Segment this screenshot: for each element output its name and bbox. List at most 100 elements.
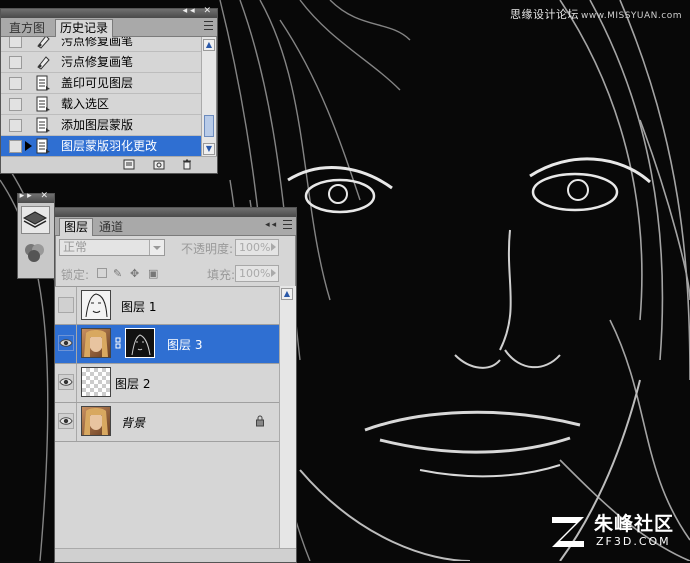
layers-footer: [55, 548, 296, 562]
layers-list: 图层 1 图层 3 图层 2 背景: [55, 286, 279, 549]
fill-label: 填充:: [207, 268, 236, 282]
blend-options-row: 正常 不透明度: 100%: [55, 236, 296, 260]
tab-history-label: 历史记录: [60, 21, 109, 35]
mask-link-chain-icon[interactable]: [115, 337, 121, 349]
new-document-from-state-icon[interactable]: [123, 159, 135, 170]
layers-panel-menu-button[interactable]: ◂◂: [265, 220, 292, 230]
scroll-up-icon[interactable]: ▲: [281, 288, 293, 300]
opacity-value: 100%: [239, 241, 271, 254]
history-item[interactable]: 污点修复画笔: [1, 37, 201, 52]
panel-dock: ▸▸ ✕: [17, 191, 55, 279]
snapshot-source-box[interactable]: [9, 37, 22, 48]
watermark-bottom-site: ZF3D.COM: [596, 535, 671, 548]
history-state-icon: [36, 96, 50, 112]
eye-icon[interactable]: [58, 413, 74, 429]
layer-row[interactable]: 图层 2: [55, 364, 279, 403]
layer-mask-thumbnail[interactable]: [125, 328, 155, 358]
history-item-label: 污点修复画笔: [61, 55, 134, 69]
scroll-up-icon[interactable]: ▲: [203, 39, 215, 51]
eye-icon[interactable]: [58, 335, 74, 351]
opacity-field[interactable]: 100%: [235, 239, 279, 256]
history-panel-titlebar[interactable]: ◂◂ ✕: [1, 6, 217, 18]
chevron-right-icon: [271, 269, 276, 277]
history-scrollbar[interactable]: ▲ ▼: [201, 37, 216, 157]
snapshot-source-box[interactable]: [9, 140, 22, 153]
layer-thumbnail-photo: [81, 406, 111, 436]
lock-image-brush-icon[interactable]: ✎: [113, 268, 124, 279]
layer-row-background[interactable]: 背景: [55, 403, 279, 442]
dock-layers-button[interactable]: [21, 206, 50, 234]
fill-field[interactable]: 100%: [235, 265, 279, 282]
collapse-close-buttons[interactable]: ◂◂ ✕: [183, 6, 214, 16]
layers-panel: 图层 通道 ◂◂ 正常 不透明度: 100% 锁定: ✎ ✥ ▣ 填充: 100…: [54, 207, 297, 563]
tab-layers-label: 图层: [64, 220, 89, 234]
tab-histogram[interactable]: 直方图: [5, 20, 49, 36]
chevron-right-icon: [271, 243, 276, 251]
snapshot-source-box[interactable]: [9, 77, 22, 90]
tab-histogram-label: 直方图: [9, 21, 46, 35]
panel-menu-button[interactable]: [204, 21, 213, 31]
lock-label: 锁定:: [61, 268, 90, 282]
history-item-label: 盖印可见图层: [61, 76, 134, 90]
scroll-down-icon[interactable]: ▼: [203, 143, 215, 155]
layer-name: 图层 2: [115, 377, 151, 391]
dock-expand-close-buttons[interactable]: ▸▸ ✕: [20, 191, 51, 201]
scroll-thumb[interactable]: [204, 115, 214, 137]
layer-name: 图层 1: [121, 300, 157, 314]
panel-menu-icon: [283, 220, 292, 229]
history-item[interactable]: 添加图层蒙版: [1, 115, 201, 136]
layer-row[interactable]: 图层 1: [55, 287, 279, 325]
opacity-label: 不透明度:: [181, 242, 234, 256]
history-item[interactable]: 载入选区: [1, 94, 201, 115]
lock-position-icon[interactable]: ✥: [130, 268, 141, 279]
trash-icon[interactable]: [181, 159, 193, 170]
blend-mode-select[interactable]: 正常: [59, 239, 165, 256]
history-item-label: 污点修复画笔: [61, 37, 134, 48]
history-panel-tabs: 直方图 历史记录: [1, 18, 217, 37]
history-footer: [1, 156, 217, 173]
history-item-label: 图层蒙版羽化更改: [61, 139, 158, 153]
lock-transparency-icon[interactable]: [97, 268, 107, 278]
tab-layers[interactable]: 图层: [59, 218, 94, 236]
layers-icon: [22, 211, 48, 228]
history-item-selected[interactable]: 图层蒙版羽化更改: [1, 136, 201, 157]
watermark-missyuan: 思缘设计论坛 www.MISSYUAN.com: [510, 6, 682, 22]
snapshot-source-box[interactable]: [9, 98, 22, 111]
visibility-toggle-empty[interactable]: [58, 297, 74, 313]
row-divider: [76, 325, 77, 363]
channels-icon: [25, 244, 44, 262]
dock-channels-button[interactable]: [21, 240, 50, 268]
spot-healing-brush-icon: [37, 56, 50, 70]
create-snapshot-icon[interactable]: [153, 159, 165, 170]
tab-channels[interactable]: 通道: [95, 219, 127, 235]
dock-titlebar[interactable]: ▸▸ ✕: [18, 191, 54, 203]
history-item[interactable]: 盖印可见图层: [1, 73, 201, 94]
blend-mode-value: 正常: [63, 240, 88, 254]
watermark-top-url: www.MISSYUAN.com: [580, 11, 682, 21]
row-divider: [76, 403, 77, 441]
lock-icon: [256, 415, 264, 427]
zf3d-logo-icon: [552, 517, 584, 547]
snapshot-source-box[interactable]: [9, 119, 22, 132]
tab-history[interactable]: 历史记录: [55, 19, 114, 37]
history-list: 污点修复画笔 污点修复画笔 盖印可见图层 载入选区 添加图层蒙版 图层蒙版羽化更…: [1, 37, 201, 157]
history-state-icon: [36, 117, 50, 133]
snapshot-source-box[interactable]: [9, 56, 22, 69]
row-divider: [76, 287, 77, 324]
watermark-top-text: 思缘设计论坛: [509, 8, 579, 21]
layer-row-selected[interactable]: 图层 3: [55, 325, 279, 364]
history-state-icon: [36, 75, 50, 91]
layers-panel-titlebar[interactable]: [55, 208, 296, 217]
chevron-down-icon: [149, 240, 164, 255]
layer-name: 图层 3: [167, 338, 203, 352]
watermark-zf3d: 朱峰社区 ZF3D.COM: [548, 509, 678, 553]
history-item[interactable]: 污点修复画笔: [1, 52, 201, 73]
fill-value: 100%: [239, 267, 271, 280]
history-state-marker-icon: [25, 141, 32, 151]
watermark-bottom-name: 朱峰社区: [594, 513, 675, 535]
eye-icon[interactable]: [58, 374, 74, 390]
layers-scrollbar[interactable]: ▲: [279, 286, 296, 548]
panel-menu-icon: [204, 21, 213, 30]
lock-all-icon[interactable]: ▣: [148, 268, 159, 279]
layer-thumbnail-photo: [81, 328, 111, 358]
